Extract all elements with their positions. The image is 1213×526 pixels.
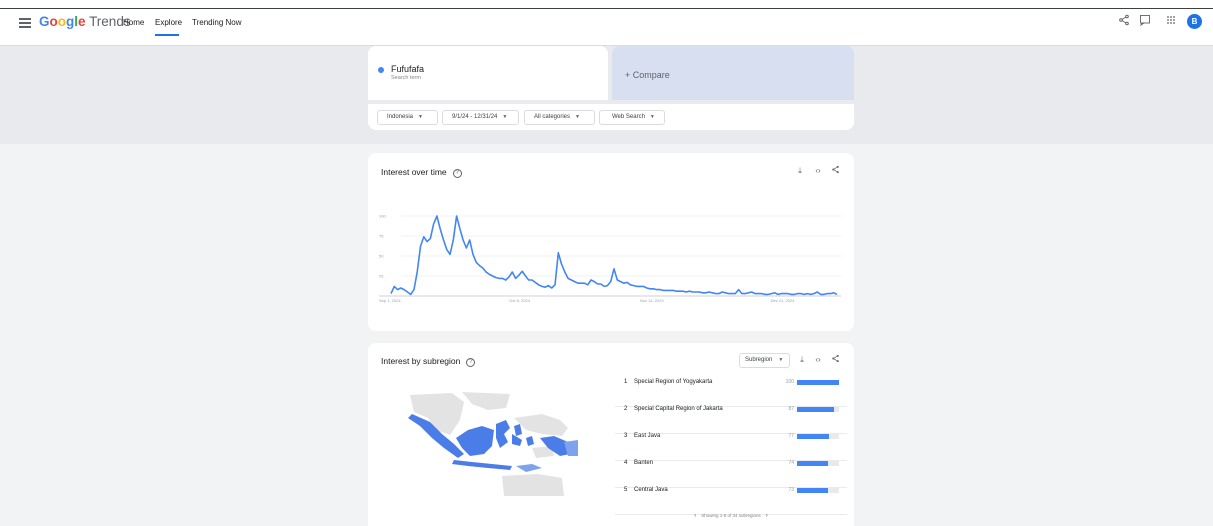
help-icon[interactable]: ? xyxy=(466,358,476,367)
nav-home[interactable]: Home xyxy=(123,18,144,27)
subregion-bar-track xyxy=(797,407,839,412)
search-type-filter[interactable]: Web Search ▼ xyxy=(599,110,665,125)
search-type-label: Web Search xyxy=(612,114,645,120)
date-range-filter[interactable]: 9/1/24 - 12/31/24 ▼ xyxy=(442,110,519,125)
subregion-row[interactable]: 2 Special Capital Region of Jakarta 87 xyxy=(615,406,847,434)
subregion-row[interactable]: 5 Central Java 73 xyxy=(615,487,847,515)
x-tick-label: Oct 8, 2024 xyxy=(509,298,530,303)
subregion-value: 77 xyxy=(788,433,794,439)
x-tick-label: Nov 14, 2024 xyxy=(640,298,665,303)
subregion-row[interactable]: 4 Banten 74 xyxy=(615,460,847,488)
region-filter-label: Indonesia xyxy=(387,114,414,120)
embed-icon[interactable]: ‹› xyxy=(813,166,823,175)
indonesia-map[interactable] xyxy=(392,390,578,498)
y-tick-label: 100 xyxy=(379,214,386,219)
interest-by-subregion-title-text: Interest by subregion xyxy=(381,356,461,366)
pager-text: Showing 1-5 of 34 subregions xyxy=(701,513,761,518)
subregion-bar xyxy=(797,434,830,439)
help-icon[interactable]: ? xyxy=(452,169,462,178)
interest-line-series xyxy=(390,215,838,296)
subregion-rank: 5 xyxy=(624,487,628,493)
menu-icon[interactable] xyxy=(19,18,31,28)
subregion-value: 87 xyxy=(788,406,794,412)
nav-explore[interactable]: Explore xyxy=(155,18,182,27)
subregion-selector[interactable]: Subregion ▼ xyxy=(739,353,790,368)
subregion-name: Special Region of Yogyakarta xyxy=(634,379,713,385)
category-filter[interactable]: All categories ▼ xyxy=(524,110,595,125)
window-edge-line xyxy=(0,8,1213,9)
subregion-name: Banten xyxy=(634,460,654,466)
subregion-row[interactable]: 3 East Java 77 xyxy=(615,433,847,461)
embed-icon[interactable]: ‹› xyxy=(813,355,823,364)
region-filter[interactable]: Indonesia ▼ xyxy=(377,110,438,125)
subregion-bar xyxy=(797,488,828,493)
term-color-dot xyxy=(378,67,384,73)
subregion-value: 100 xyxy=(785,379,794,385)
subregion-value: 73 xyxy=(788,487,794,493)
subregion-selector-label: Subregion xyxy=(745,357,773,363)
account-avatar[interactable]: B xyxy=(1187,14,1202,29)
apps-icon[interactable] xyxy=(1163,14,1179,30)
x-tick-label: Sep 1, 2024 xyxy=(379,298,401,303)
interest-by-subregion-title: Interest by subregion? xyxy=(381,356,476,367)
dropdown-arrow-icon: ▼ xyxy=(575,114,580,120)
interest-over-time-title: Interest over time? xyxy=(381,167,462,178)
subregion-pager: ‹ Showing 1-5 of 34 subregions › xyxy=(615,513,847,519)
interest-over-time-title-text: Interest over time xyxy=(381,167,447,177)
subregion-row[interactable]: 1 Special Region of Yogyakarta 100 xyxy=(615,379,847,407)
subregion-bar xyxy=(797,461,829,466)
subregion-bar-track xyxy=(797,434,839,439)
nav-trending-now[interactable]: Trending Now xyxy=(192,18,242,27)
interest-over-time-chart: 100 75 50 25 Sep 1, 2024 Oct 8, 2024 Nov 14, … xyxy=(379,214,841,303)
search-term-type: Search term xyxy=(391,75,421,81)
nav-explore-active-indicator xyxy=(155,34,179,36)
subregion-bar xyxy=(797,380,839,385)
y-tick-label: 25 xyxy=(379,274,384,279)
subregion-rank: 1 xyxy=(624,379,628,385)
dropdown-arrow-icon: ▼ xyxy=(418,114,423,120)
y-tick-label: 75 xyxy=(379,234,384,239)
download-icon[interactable]: ⤓ xyxy=(795,166,805,176)
feedback-icon[interactable] xyxy=(1137,14,1153,30)
subregion-rank: 2 xyxy=(624,406,628,412)
search-term-name[interactable]: Fufufafa xyxy=(391,64,424,74)
subregion-bar-track xyxy=(797,380,839,385)
subregion-rank: 3 xyxy=(624,433,628,439)
date-range-label: 9/1/24 - 12/31/24 xyxy=(452,114,498,120)
subregion-bar-track xyxy=(797,461,839,466)
dropdown-arrow-icon: ▼ xyxy=(778,357,784,363)
subregion-name: Special Capital Region of Jakarta xyxy=(634,406,723,412)
share-icon[interactable] xyxy=(830,165,840,176)
share-icon[interactable] xyxy=(1116,14,1132,30)
share-icon[interactable] xyxy=(830,354,840,365)
dropdown-arrow-icon: ▼ xyxy=(502,114,508,120)
subregion-value: 74 xyxy=(788,460,794,466)
subregion-bar xyxy=(797,407,834,412)
subregion-bar-track xyxy=(797,488,839,493)
prev-page-icon[interactable]: ‹ xyxy=(694,513,696,519)
subregion-name: Central Java xyxy=(634,487,668,493)
google-trends-logo[interactable]: Google Trends xyxy=(39,14,131,29)
x-tick-label: Dec 21, 2024 xyxy=(771,298,796,303)
next-page-icon[interactable]: › xyxy=(766,513,768,519)
download-icon[interactable]: ⤓ xyxy=(797,355,807,365)
dropdown-arrow-icon: ▼ xyxy=(649,114,655,120)
compare-label[interactable]: + Compare xyxy=(625,70,670,80)
y-tick-label: 50 xyxy=(379,254,384,259)
category-label: All categories xyxy=(534,114,571,120)
subregion-rank: 4 xyxy=(624,460,628,466)
subregion-name: East Java xyxy=(634,433,661,439)
